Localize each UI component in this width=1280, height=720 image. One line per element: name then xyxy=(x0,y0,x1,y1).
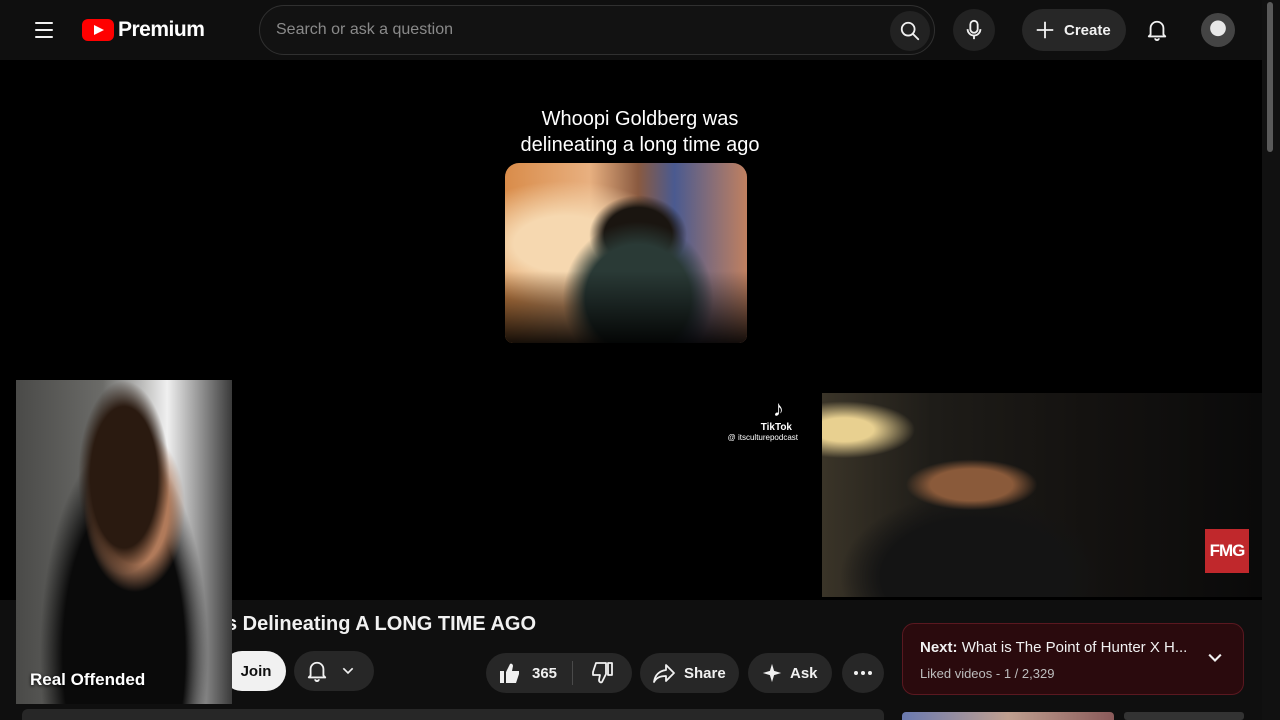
page-scrollbar[interactable] xyxy=(1262,0,1280,720)
create-label: Create xyxy=(1064,21,1111,39)
search-button[interactable] xyxy=(890,11,930,51)
right-webcam-feed xyxy=(822,393,1262,597)
playlist-thumbnail-peek[interactable] xyxy=(902,712,1114,720)
video-title: s Delineating A LONG TIME AGO xyxy=(226,613,537,635)
up-next-card[interactable]: Next: What is The Point of Hunter X H...… xyxy=(902,623,1244,695)
bell-icon xyxy=(1147,20,1167,41)
thumb-down-icon xyxy=(592,662,613,684)
thumb-up-icon xyxy=(500,663,519,683)
create-button[interactable]: Create xyxy=(1022,9,1126,51)
dislike-button[interactable] xyxy=(573,653,631,693)
tiktok-icon: ♪ xyxy=(773,396,784,421)
logo-text: Premium xyxy=(118,18,205,41)
tiktok-brand: TikTok xyxy=(760,422,792,433)
ask-button[interactable]: Ask xyxy=(748,653,832,693)
search-bar xyxy=(259,5,935,55)
share-label: Share xyxy=(684,664,726,682)
share-icon xyxy=(653,664,675,683)
like-count: 365 xyxy=(532,664,558,682)
ask-label: Ask xyxy=(790,664,818,682)
channel-badge: FMG xyxy=(1205,529,1249,573)
search-icon xyxy=(900,21,920,41)
caption-line-2: delineating a long time ago xyxy=(520,134,760,156)
next-prefix: Next: xyxy=(920,639,958,656)
share-button[interactable]: Share xyxy=(640,653,739,693)
left-webcam-feed: Real Offended xyxy=(16,380,232,704)
playlist-title-peek xyxy=(1124,712,1244,720)
playlist-position: Liked videos - 1 / 2,329 xyxy=(920,666,1055,681)
menu-icon[interactable] xyxy=(24,14,64,46)
next-video-title: What is The Point of Hunter X H... xyxy=(961,639,1188,656)
voice-search-button[interactable] xyxy=(953,9,995,51)
tiktok-handle: @ itsculturepodcast xyxy=(727,433,798,442)
search-input[interactable] xyxy=(276,6,876,54)
description-box-peek[interactable] xyxy=(22,709,884,720)
youtube-logo[interactable]: Premium xyxy=(82,18,205,42)
sparkle-icon xyxy=(762,663,782,683)
embedded-clip xyxy=(505,163,747,343)
bell-icon xyxy=(307,661,327,682)
video-overlay-caption: Whoopi Goldberg was delineating a long t… xyxy=(0,106,1280,158)
like-button[interactable]: 365 xyxy=(486,653,572,693)
mic-icon xyxy=(966,19,982,40)
chevron-down-icon[interactable] xyxy=(1205,648,1225,668)
avatar[interactable] xyxy=(1201,13,1235,47)
top-bar: Premium Create xyxy=(0,0,1262,60)
subscription-notifications-button[interactable] xyxy=(294,651,374,691)
webcam-name-label: Real Offended xyxy=(30,670,146,689)
tiktok-watermark: ♪ TikTok @ itsculturepodcast xyxy=(706,396,798,443)
scrollbar-thumb[interactable] xyxy=(1267,2,1273,152)
caption-line-1: Whoopi Goldberg was xyxy=(541,108,739,130)
plus-icon xyxy=(1036,21,1054,39)
next-video-line: Next: What is The Point of Hunter X H... xyxy=(920,639,1187,656)
notifications-button[interactable] xyxy=(1136,9,1178,51)
more-icon xyxy=(854,671,858,675)
chevron-down-icon xyxy=(342,667,354,675)
like-dislike-group: 365 xyxy=(486,653,632,693)
youtube-logo-icon xyxy=(82,19,114,41)
more-actions-button[interactable] xyxy=(842,653,884,693)
